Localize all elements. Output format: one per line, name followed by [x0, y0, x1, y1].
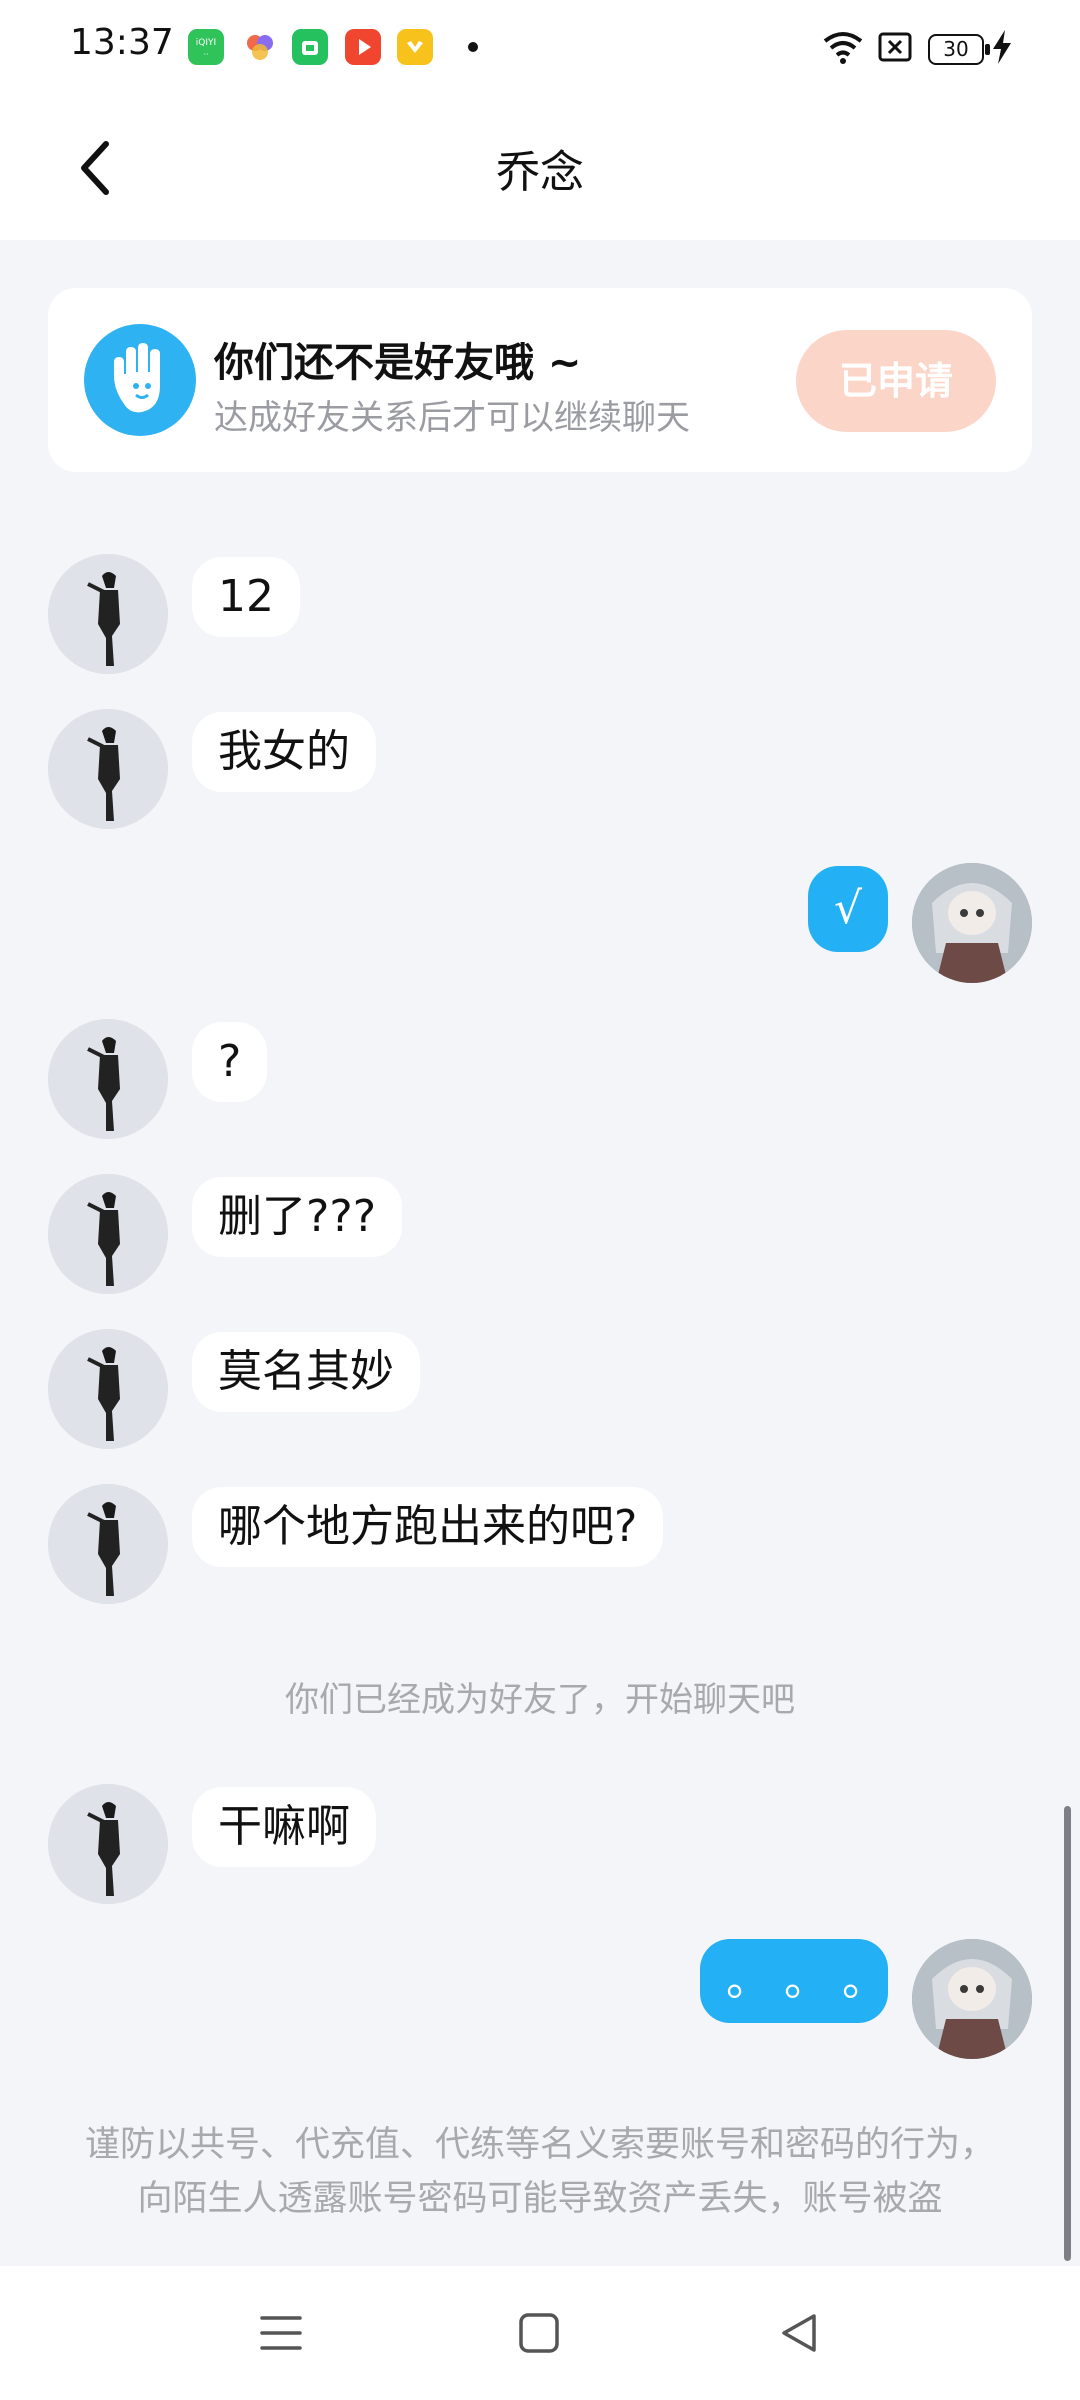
- notice-subtitle: 达成好友关系后才可以继续聊天: [214, 398, 690, 438]
- system-nav-bar: [0, 2266, 1080, 2400]
- contact-avatar[interactable]: [48, 1329, 168, 1449]
- menu-icon[interactable]: [258, 2310, 304, 2356]
- red-video-app-icon: [345, 29, 381, 65]
- my-avatar[interactable]: [912, 863, 1032, 983]
- contact-avatar[interactable]: [48, 554, 168, 674]
- scrollbar[interactable]: [1064, 1806, 1071, 2261]
- notification-dot: [468, 42, 478, 52]
- green-shop-app-icon: [292, 29, 328, 65]
- message-bubble[interactable]: 我女的: [192, 712, 376, 792]
- message-bubble[interactable]: 莫名其妙: [192, 1332, 420, 1412]
- contact-avatar[interactable]: [48, 709, 168, 829]
- back-triangle-icon[interactable]: [776, 2310, 822, 2356]
- message-bubble-sent[interactable]: √: [807, 866, 888, 952]
- waving-hand-icon: [84, 324, 196, 436]
- system-note: 你们已经成为好友了，开始聊天吧: [285, 1680, 795, 1720]
- home-icon[interactable]: [516, 2310, 562, 2356]
- chat-title: 乔念: [496, 147, 584, 198]
- contact-avatar[interactable]: [48, 1784, 168, 1904]
- iqiyi-app-icon: iQIYI ··: [188, 29, 224, 65]
- contact-avatar[interactable]: [48, 1019, 168, 1139]
- message-bubble-sent[interactable]: 。 。 。: [700, 1939, 888, 2023]
- message-bubble[interactable]: 干嘛啊: [192, 1787, 376, 1867]
- notice-title: 你们还不是好友哦 ~: [214, 340, 582, 386]
- wifi-icon: [823, 32, 863, 64]
- svg-text:iQIYI: iQIYI: [196, 38, 216, 48]
- colorful-app-icon: [242, 29, 278, 65]
- sim-off-icon: [878, 32, 912, 62]
- security-warning: 谨防以共号、代充值、代练等名义索要账号和密码的行为，向陌生人透露账号密码可能导致…: [84, 2125, 995, 2219]
- battery-icon: 30: [928, 34, 990, 65]
- status-bar: 13:37 iQIYI ·· 30: [0, 0, 1080, 96]
- contact-avatar[interactable]: [48, 1174, 168, 1294]
- contact-avatar[interactable]: [48, 1484, 168, 1604]
- message-bubble[interactable]: ?: [192, 1022, 268, 1102]
- message-bubble[interactable]: 哪个地方跑出来的吧?: [192, 1487, 664, 1567]
- charging-icon: [993, 30, 1011, 64]
- not-friends-notice: 你们还不是好友哦 ~ 达成好友关系后才可以继续聊天 已申请: [48, 288, 1032, 472]
- my-avatar[interactable]: [912, 1939, 1032, 2059]
- message-bubble[interactable]: 删了???: [192, 1177, 403, 1257]
- message-bubble[interactable]: 12: [192, 557, 300, 637]
- applied-button[interactable]: 已申请: [796, 330, 996, 432]
- battery-level: 30: [943, 37, 969, 61]
- status-time: 13:37: [70, 22, 174, 63]
- svg-text:··: ··: [203, 50, 208, 59]
- chat-header: 乔念: [0, 96, 1080, 240]
- yellow-app-icon: [397, 29, 433, 65]
